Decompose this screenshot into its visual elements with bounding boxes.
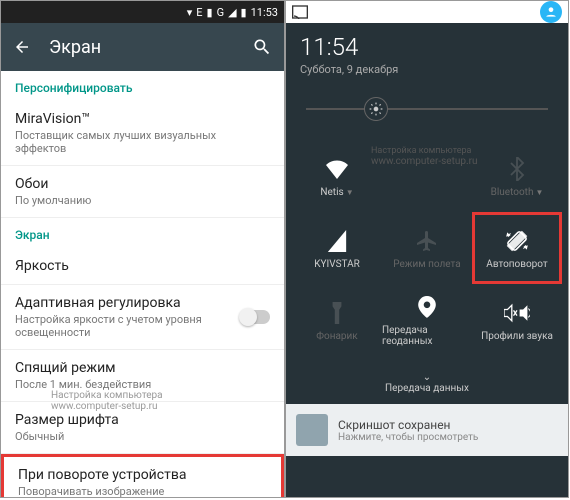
tile-label: Bluetooth xyxy=(491,187,534,198)
item-sub: Настройка яркости с учетом уровня освеще… xyxy=(15,313,241,339)
item-wallpaper[interactable]: Обои По умолчанию xyxy=(1,166,284,218)
tile-label: Фонарик xyxy=(316,331,357,342)
sound-icon xyxy=(504,299,530,327)
tile-flashlight[interactable]: Фонарик xyxy=(292,284,382,356)
signal-icon: ▮ xyxy=(207,6,213,19)
net-label: E xyxy=(196,6,202,19)
chevron-down-icon: ▼ xyxy=(535,188,543,197)
cast-icon xyxy=(292,5,308,19)
item-sub: Обычный xyxy=(15,430,270,443)
watermark-line2: www.computer-setup.ru xyxy=(51,401,163,412)
tile-label: Netis xyxy=(320,187,343,198)
data-transfer-row[interactable]: ⌄ Передача данных xyxy=(286,366,568,404)
net2-label: G xyxy=(217,6,225,19)
airplane-icon xyxy=(415,227,439,255)
battery-icon: ▮ xyxy=(241,6,247,19)
tile-label: Режим полета xyxy=(393,259,460,270)
appbar: Экран xyxy=(1,23,284,71)
wifi-icon xyxy=(325,155,349,183)
rotate-icon xyxy=(504,227,530,255)
item-miravision[interactable]: MiraVision™ Поставщик самых лучших визуа… xyxy=(1,101,284,166)
clock: 11:54 xyxy=(300,33,554,61)
tiles: Настройка компьютера www.computer-setup.… xyxy=(286,134,568,366)
item-font[interactable]: Настройка компьютера www.computer-setup.… xyxy=(1,402,284,454)
clock: 11:53 xyxy=(251,6,278,19)
section-screen: Экран xyxy=(1,218,284,248)
tile-bluetooth[interactable]: Bluetooth▼ xyxy=(472,140,562,212)
tile-sound[interactable]: Профили звука xyxy=(472,284,562,356)
chevron-down-icon: ⌄ xyxy=(423,372,431,383)
tile-label: Передача геоданных xyxy=(382,325,472,347)
back-icon[interactable] xyxy=(13,38,31,56)
tile-empty xyxy=(382,140,472,212)
flashlight-icon xyxy=(330,299,344,327)
brightness-slider[interactable] xyxy=(286,84,568,134)
settings-screen: ▾ E ▮ G ◢ ▮ 11:53 Экран Персонифицироват… xyxy=(0,0,285,498)
settings-icon[interactable] xyxy=(510,2,530,22)
wifi-icon: ▾ xyxy=(187,6,193,19)
date: Суббота, 9 декабря xyxy=(300,63,554,76)
search-icon[interactable] xyxy=(252,37,272,57)
item-label: При повороте устройства xyxy=(18,467,267,483)
item-sub: Поставщик самых лучших визуальных эффект… xyxy=(15,129,270,155)
item-rotate[interactable]: При повороте устройства Поворачивать изо… xyxy=(1,454,284,497)
notification[interactable]: Скриншот сохранен Нажмите, чтобы просмот… xyxy=(286,404,568,456)
notif-title: Скриншот сохранен xyxy=(338,418,478,432)
item-label: Обои xyxy=(15,176,270,192)
settings-list[interactable]: Персонифицировать MiraVision™ Поставщик … xyxy=(1,71,284,497)
label: Передача данных xyxy=(385,383,469,394)
signal2-icon: ◢ xyxy=(228,6,236,19)
tile-location[interactable]: Передача геоданных xyxy=(382,284,472,356)
notif-thumb xyxy=(296,414,328,446)
item-label: Размер шрифта xyxy=(15,412,270,428)
avatar[interactable] xyxy=(540,1,562,23)
tile-label: Профили звука xyxy=(481,331,553,342)
brightness-thumb[interactable] xyxy=(364,97,388,121)
notif-sub: Нажмите, чтобы просмотреть xyxy=(338,432,478,443)
item-sub: После 1 мин. бездействия xyxy=(15,378,270,391)
tile-sim[interactable]: KYIVSTAR xyxy=(292,212,382,284)
item-sleep[interactable]: Спящий режим После 1 мин. бездействия xyxy=(1,350,284,402)
page-title: Экран xyxy=(49,37,252,58)
tile-airplane[interactable]: Режим полета xyxy=(382,212,472,284)
item-label: Адаптивная регулировка xyxy=(15,295,241,311)
chevron-down-icon: ▼ xyxy=(346,188,354,197)
section-personalize: Персонифицировать xyxy=(1,71,284,101)
tile-autorotate[interactable]: Автоповорот xyxy=(472,212,562,284)
toggle[interactable] xyxy=(241,310,270,324)
qs-header: 11:54 Суббота, 9 декабря xyxy=(286,23,568,84)
item-adaptive[interactable]: Адаптивная регулировка Настройка яркости… xyxy=(1,285,284,350)
item-label: MiraVision™ xyxy=(15,111,270,127)
location-icon xyxy=(418,293,436,321)
statusbar: ▾ E ▮ G ◢ ▮ 11:53 xyxy=(1,1,284,23)
item-brightness[interactable]: Яркость xyxy=(1,248,284,285)
statusbar xyxy=(286,1,568,23)
tile-label: Автоповорот xyxy=(486,259,547,270)
item-sub: Поворачивать изображение xyxy=(18,485,267,497)
item-label: Спящий режим xyxy=(15,360,270,376)
sim-icon xyxy=(327,227,347,255)
item-sub: По умолчанию xyxy=(15,194,270,207)
tile-wifi[interactable]: Netis▼ xyxy=(292,140,382,212)
quick-settings: 11:54 Суббота, 9 декабря Настройка компь… xyxy=(285,0,569,498)
tile-label: KYIVSTAR xyxy=(314,259,360,270)
bluetooth-icon xyxy=(508,155,526,183)
item-label: Яркость xyxy=(15,258,270,274)
